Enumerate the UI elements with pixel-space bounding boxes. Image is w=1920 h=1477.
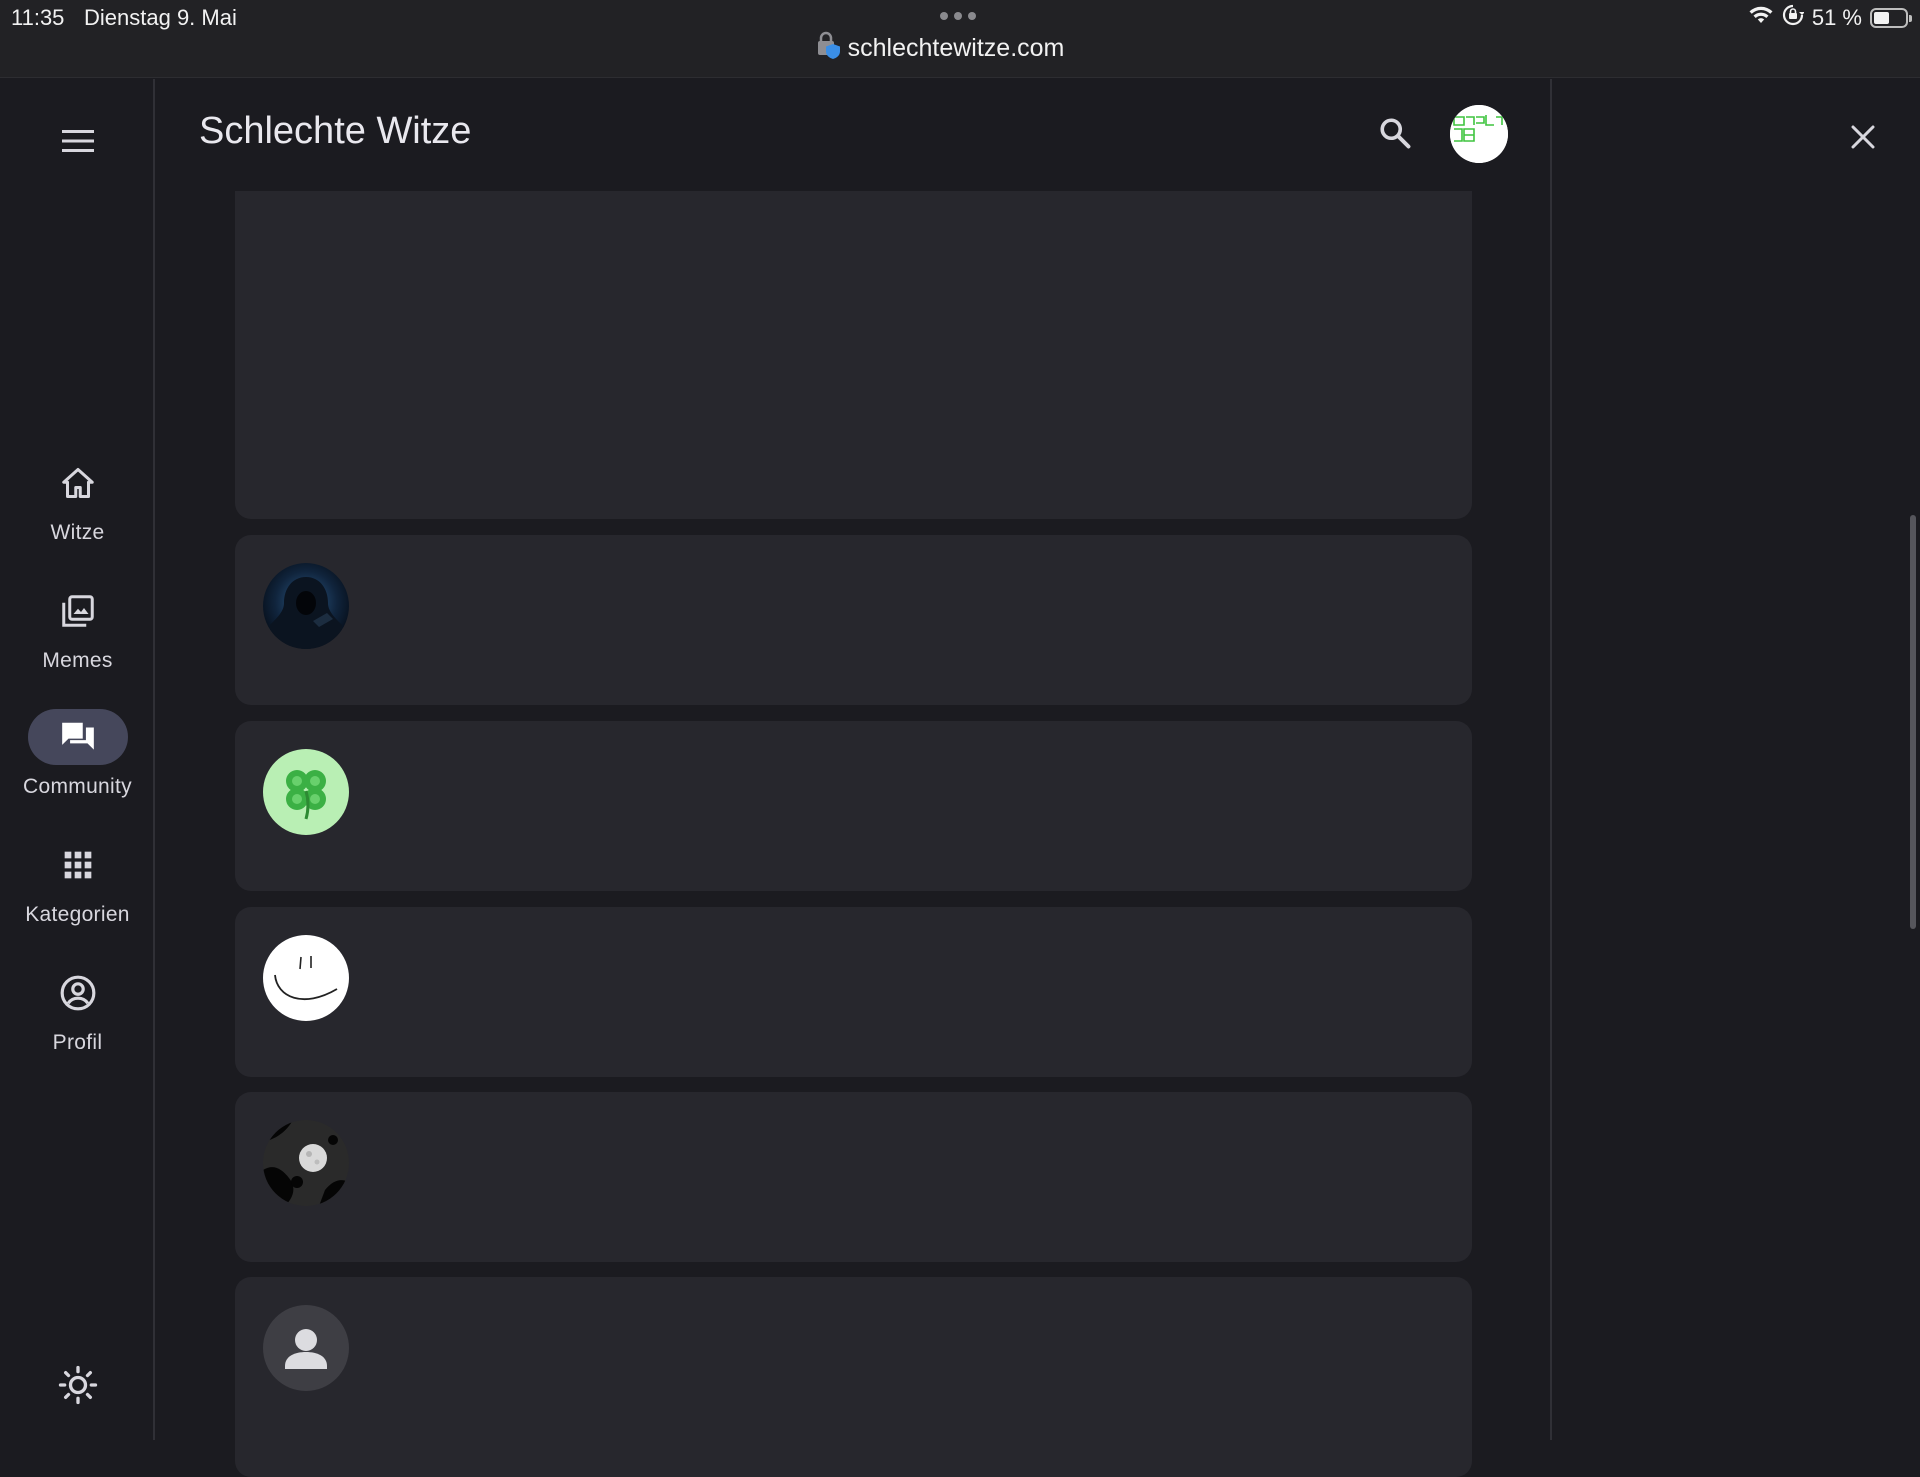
nav-label: Community xyxy=(23,775,132,798)
nav-item-kategorien[interactable]: Kategorien xyxy=(0,837,155,947)
battery-level xyxy=(1874,12,1890,24)
status-bar: 11:35 Dienstag 9. Mai schlechtewitze.com xyxy=(0,0,1920,78)
nav-label: Profil xyxy=(52,1031,103,1054)
scrollbar[interactable] xyxy=(1910,515,1916,929)
multitasking-dots[interactable] xyxy=(940,12,976,20)
post-card[interactable] xyxy=(235,907,1472,1077)
close-icon[interactable] xyxy=(1837,111,1889,163)
status-date: Dienstag 9. Mai xyxy=(84,5,237,30)
light-mode-icon[interactable] xyxy=(54,1361,102,1409)
nav-item-memes[interactable]: Memes xyxy=(0,583,155,693)
nav-label: Kategorien xyxy=(25,903,130,926)
status-indicators: 51 % xyxy=(1748,4,1912,32)
wifi-icon xyxy=(1748,5,1774,31)
home-icon xyxy=(28,455,128,511)
post-card[interactable] xyxy=(235,721,1472,891)
address-bar[interactable]: schlechtewitze.com xyxy=(780,30,1100,66)
status-time: 11:35 xyxy=(11,5,65,30)
nav-label: Memes xyxy=(42,649,113,672)
navigation-rail: Witze Memes Community Kategorien Profil xyxy=(0,79,155,1440)
search-icon[interactable] xyxy=(1371,109,1419,157)
url-text: schlechtewitze.com xyxy=(847,33,1065,62)
moon-avatar[interactable] xyxy=(263,1120,349,1206)
nav-item-witze[interactable]: Witze xyxy=(0,455,155,565)
nav-item-profil[interactable]: Profil xyxy=(0,965,155,1075)
nav-label: Witze xyxy=(50,521,105,544)
battery-icon xyxy=(1870,8,1912,28)
photo-library-icon xyxy=(28,583,128,639)
post-card[interactable] xyxy=(235,171,1472,519)
main-content: Schlechte Witze xyxy=(157,79,1550,1477)
clover-avatar[interactable] xyxy=(263,749,349,835)
hooded-figure-avatar[interactable] xyxy=(263,563,349,649)
battery-percentage: 51 % xyxy=(1811,5,1862,30)
apps-grid-icon xyxy=(28,837,128,893)
post-card[interactable] xyxy=(235,535,1472,705)
forum-icon xyxy=(27,709,128,765)
detail-pane xyxy=(1550,79,1920,1440)
orientation-lock-icon xyxy=(1782,4,1805,32)
menu-icon[interactable] xyxy=(56,119,100,163)
page-title: Schlechte Witze xyxy=(199,110,472,152)
user-avatar[interactable] xyxy=(1450,105,1508,163)
lock-icon xyxy=(816,31,842,66)
app-bar: Schlechte Witze xyxy=(157,79,1550,191)
post-card[interactable] xyxy=(235,1092,1472,1262)
smiley-avatar[interactable] xyxy=(263,935,349,1021)
nav-item-community[interactable]: Community xyxy=(0,709,155,819)
post-card[interactable] xyxy=(235,1277,1472,1477)
account-circle-icon xyxy=(28,965,128,1021)
default-person-avatar[interactable] xyxy=(263,1305,349,1391)
